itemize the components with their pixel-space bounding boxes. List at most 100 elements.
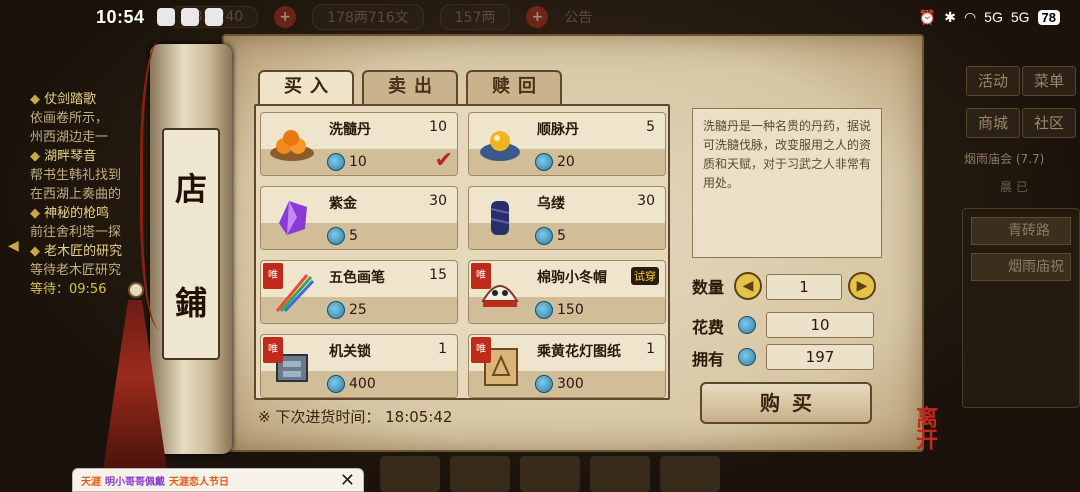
quantity-label: 数量 xyxy=(692,278,725,297)
coin-icon xyxy=(327,153,345,171)
cost-label: 花费 xyxy=(692,318,725,337)
item-name: 洗髓丹 xyxy=(329,122,371,138)
event-label: 烟雨庙会 (7.7) xyxy=(964,152,1045,166)
item-price-value: 300 xyxy=(557,376,584,392)
item-price-value: 25 xyxy=(349,302,367,318)
item-description: 洗髓丹是一种名贵的丹药，据说可洗髓伐脉，改变服用之人的资质和天赋，对于习武之人非… xyxy=(692,108,882,258)
cost-value: 10 xyxy=(766,312,874,338)
item-price: 150 xyxy=(535,301,584,319)
shop-item-zijin[interactable]: 紫金 30 5 xyxy=(260,186,458,250)
tiktok-icon xyxy=(156,8,175,26)
orange-pills-icon xyxy=(270,130,314,161)
bottom-menu-item[interactable] xyxy=(380,456,440,492)
item-price: 5 xyxy=(535,227,566,245)
tab-sell[interactable]: 卖出 xyxy=(362,70,458,104)
item-stock: 30 xyxy=(429,193,447,209)
shop-item-jiguansuo[interactable]: 唯 机关锁 1 400 xyxy=(260,334,458,398)
coin-icon xyxy=(535,153,553,171)
bluetooth-icon: ✱ xyxy=(944,8,956,25)
shop-item-chenghuanghuadeng[interactable]: 唯 乘黄花灯图纸 1 300 xyxy=(468,334,666,398)
decrease-quantity-button[interactable]: ◀ xyxy=(734,272,762,300)
app-notification-icon xyxy=(180,8,199,26)
item-name: 紫金 xyxy=(329,196,357,212)
item-price-value: 5 xyxy=(557,228,566,244)
leave-button[interactable]: 离开 xyxy=(912,406,938,450)
owned-label: 拥有 xyxy=(692,350,725,369)
coin-icon xyxy=(327,301,345,319)
increase-quantity-button[interactable]: ▶ xyxy=(848,272,876,300)
tab-buy[interactable]: 买入 xyxy=(258,70,354,106)
menu-button[interactable]: 菜单 xyxy=(1022,66,1076,96)
bottom-menu-bar xyxy=(380,456,800,492)
notification-icons xyxy=(156,8,223,26)
owned-value: 197 xyxy=(766,344,874,370)
item-price: 300 xyxy=(535,375,584,393)
bottom-menu-item[interactable] xyxy=(520,456,580,492)
buy-button[interactable]: 购买 xyxy=(700,382,872,424)
coin-icon xyxy=(535,227,553,245)
shop-item-wusehuabi[interactable]: 唯 五色画笔 15 25 xyxy=(260,260,458,324)
location-temple[interactable]: 烟雨庙祝 xyxy=(971,253,1071,281)
item-name: 机关锁 xyxy=(329,344,371,360)
ad-banner[interactable]: 天涯 明小哥哥佩戴 天涯恋人节日 ✕ xyxy=(72,468,364,492)
unique-badge: 唯 xyxy=(471,263,491,289)
item-stock: 5 xyxy=(646,119,655,135)
bottom-menu-item[interactable] xyxy=(660,456,720,492)
item-price: 25 xyxy=(327,301,367,319)
item-price-value: 400 xyxy=(349,376,376,392)
restock-timer: ※ 下次进货时间： 18:05:42 xyxy=(258,408,453,426)
shop-item-xisuidan[interactable]: 洗髓丹 10 10 ✔ xyxy=(260,112,458,176)
item-price-value: 10 xyxy=(349,154,367,170)
shop-button[interactable]: 商城 xyxy=(966,108,1020,138)
shop-item-wulv[interactable]: 乌缕 30 5 xyxy=(468,186,666,250)
ad-text: 天涯恋人节日 xyxy=(169,476,229,488)
item-stock: 30 xyxy=(637,193,655,209)
item-stock: 15 xyxy=(429,267,447,283)
status-bar: 10:54 ⏰ ✱ ◠ 5G 5G 78 xyxy=(0,0,1080,34)
unique-badge: 唯 xyxy=(263,263,283,289)
close-icon[interactable]: ✕ xyxy=(340,470,355,491)
system-indicators: ⏰ ✱ ◠ 5G 5G 78 xyxy=(919,9,1060,26)
bottom-menu-item[interactable] xyxy=(590,456,650,492)
item-name: 乘黄花灯图纸 xyxy=(537,344,621,360)
bottom-menu-item[interactable] xyxy=(450,456,510,492)
collapse-arrow-icon[interactable]: ◀ xyxy=(8,238,19,254)
activity-button[interactable]: 活动 xyxy=(966,66,1020,96)
item-stock: 10 xyxy=(429,119,447,135)
shop-item-shunmaidan[interactable]: 顺脉丹 5 20 xyxy=(468,112,666,176)
item-list: 洗髓丹 10 10 ✔ 顺脉丹 5 20 紫金 30 5 乌缕 30 5 唯 五… xyxy=(254,104,670,400)
item-name: 顺脉丹 xyxy=(537,122,579,138)
try-on-button[interactable]: 试穿 xyxy=(631,267,659,285)
shop-item-mianjuxiaodongmao[interactable]: 唯 棉驹小冬帽 试穿 150 xyxy=(468,260,666,324)
alarm-icon: ⏰ xyxy=(918,8,937,25)
unique-badge: 唯 xyxy=(263,337,283,363)
item-name: 棉驹小冬帽 xyxy=(537,270,607,286)
coin-icon xyxy=(738,316,756,334)
item-price: 20 xyxy=(535,153,575,171)
item-name: 乌缕 xyxy=(537,196,565,212)
thread-spool-icon xyxy=(490,201,510,235)
ad-text: 明小哥哥佩戴 xyxy=(105,476,165,488)
item-stock: 1 xyxy=(646,341,655,357)
item-name: 五色画笔 xyxy=(329,270,385,286)
item-price-value: 150 xyxy=(557,302,584,318)
tab-redeem[interactable]: 赎回 xyxy=(466,70,562,104)
location-road[interactable]: 青砖路 xyxy=(971,217,1071,245)
item-price-value: 20 xyxy=(557,154,575,170)
time-of-day-label: 晨 已 xyxy=(1000,180,1028,194)
coin-icon xyxy=(327,227,345,245)
battery-indicator: 78 xyxy=(1037,9,1060,25)
item-price: 5 xyxy=(327,227,358,245)
item-price: 10 xyxy=(327,153,367,171)
quantity-input[interactable]: 1 xyxy=(766,274,842,300)
coin-icon xyxy=(535,375,553,393)
clock: 10:54 xyxy=(96,6,145,27)
signal-5g-label: 5G xyxy=(984,9,1003,25)
tassel-bead xyxy=(128,282,144,298)
coin-icon xyxy=(535,301,553,319)
coin-icon xyxy=(738,348,756,366)
app-notification-icon-2 xyxy=(204,8,223,26)
selected-check-icon: ✔ xyxy=(434,148,453,173)
coin-icon xyxy=(327,375,345,393)
community-button[interactable]: 社区 xyxy=(1022,108,1076,138)
